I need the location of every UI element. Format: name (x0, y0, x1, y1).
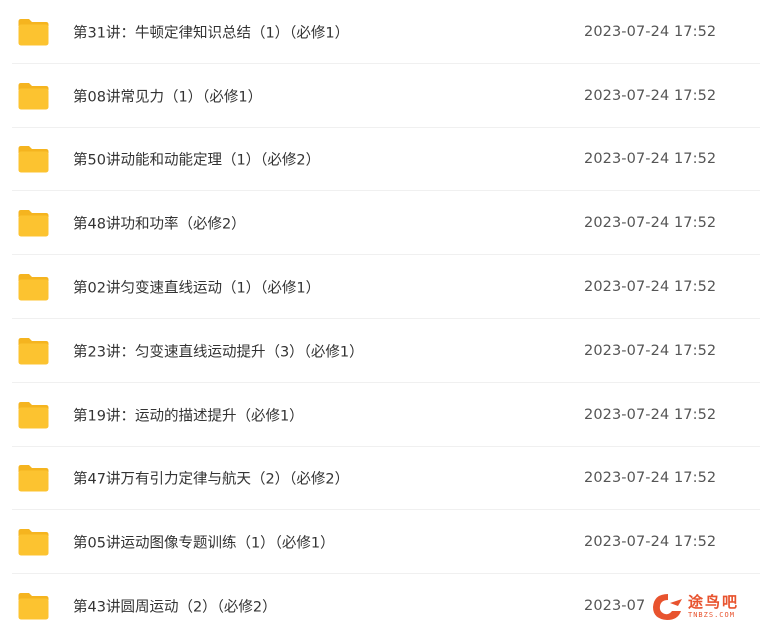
file-row[interactable]: 第50讲动能和动能定理（1）（必修2） 2023-07-24 17:52 (0, 128, 760, 192)
bird-logo-icon (648, 591, 686, 627)
file-list: 第31讲：牛顿定律知识总结（1）（必修1） 2023-07-24 17:52 第… (0, 0, 760, 638)
file-modified-date: 2023-07-24 17:52 (584, 534, 717, 551)
file-name: 第50讲动能和动能定理（1）（必修2） (73, 152, 321, 169)
file-modified-date: 2023-07-24 17:52 (584, 470, 717, 487)
watermark-subtext: TNBZS.COM (688, 611, 735, 619)
folder-icon (17, 463, 50, 493)
folder-icon (17, 272, 50, 302)
folder-icon (17, 208, 50, 238)
file-row[interactable]: 第02讲匀变速直线运动（1）（必修1） 2023-07-24 17:52 (0, 255, 760, 319)
file-modified-date: 2023-07-24 17:52 (584, 151, 717, 168)
file-modified-date: 2023-07-24 17:52 (584, 23, 717, 40)
file-modified-date: 2023-07-24 17:52 (584, 215, 717, 232)
folder-icon (17, 17, 50, 47)
file-name: 第43讲圆周运动（2）（必修2） (73, 599, 277, 616)
watermark-text: 途鸟吧 (688, 593, 740, 611)
folder-icon (17, 400, 50, 430)
file-name: 第08讲常见力（1）（必修1） (73, 89, 263, 106)
file-modified-date: 2023-07-24 17:52 (584, 279, 717, 296)
file-row[interactable]: 第05讲运动图像专题训练（1）（必修1） 2023-07-24 17:52 (0, 510, 760, 575)
folder-icon (17, 591, 50, 621)
file-modified-date: 2023-07-24 17:52 (584, 342, 717, 359)
file-name: 第02讲匀变速直线运动（1）（必修1） (73, 280, 321, 297)
file-name: 第48讲功和功率（必修2） (73, 216, 246, 233)
file-row[interactable]: 第48讲功和功率（必修2） 2023-07-24 17:52 (0, 191, 760, 256)
file-name: 第23讲：匀变速直线运动提升（3）（必修1） (73, 344, 364, 361)
file-name: 第31讲：牛顿定律知识总结（1）（必修1） (73, 25, 350, 42)
folder-icon (17, 144, 50, 174)
file-row[interactable]: 第31讲：牛顿定律知识总结（1）（必修1） 2023-07-24 17:52 (0, 0, 760, 64)
folder-icon (17, 527, 50, 557)
file-row[interactable]: 第23讲：匀变速直线运动提升（3）（必修1） 2023-07-24 17:52 (0, 319, 760, 383)
folder-icon (17, 81, 50, 111)
folder-icon (17, 336, 50, 366)
watermark-logo: 途鸟吧 TNBZS.COM (644, 589, 756, 625)
file-name: 第47讲万有引力定律与航天（2）（必修2） (73, 471, 350, 488)
file-name: 第19讲：运动的描述提升（必修1） (73, 408, 304, 425)
file-name: 第05讲运动图像专题训练（1）（必修1） (73, 535, 335, 552)
file-row[interactable]: 第47讲万有引力定律与航天（2）（必修2） 2023-07-24 17:52 (0, 447, 760, 511)
file-modified-date: 2023-07- (584, 598, 651, 615)
file-row[interactable]: 第19讲：运动的描述提升（必修1） 2023-07-24 17:52 (0, 383, 760, 447)
file-modified-date: 2023-07-24 17:52 (584, 87, 717, 104)
file-row[interactable]: 第08讲常见力（1）（必修1） 2023-07-24 17:52 (0, 64, 760, 128)
file-modified-date: 2023-07-24 17:52 (584, 406, 717, 423)
